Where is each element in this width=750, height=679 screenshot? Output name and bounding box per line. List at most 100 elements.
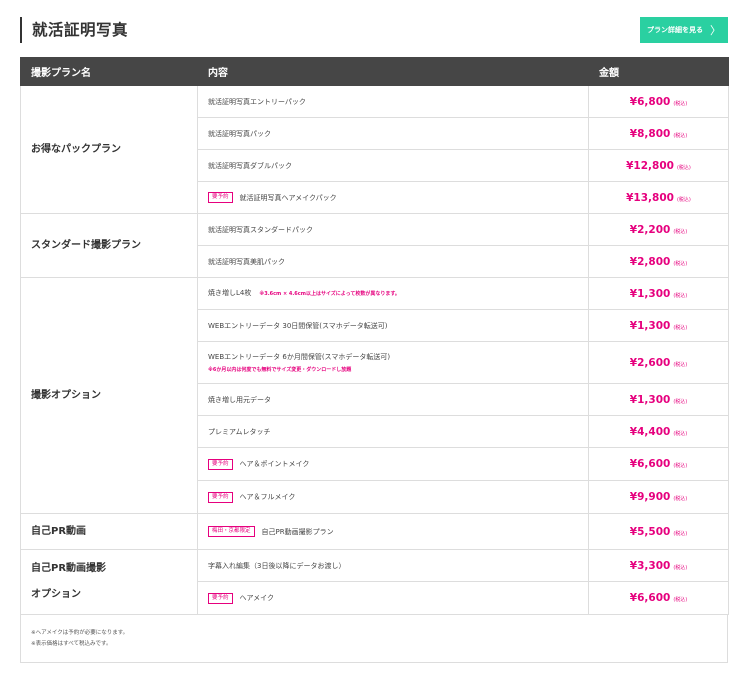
content-note: ※6か月以内は何度でも無料でサイズ変更・ダウンロードし放題 (208, 367, 352, 373)
page-header: 就活証明写真 プラン詳細を見る 〉 (20, 17, 728, 45)
content-text: 自己PR動画撮影プラン (261, 527, 334, 536)
plan-content: 要予約 ヘアメイク (197, 581, 589, 615)
price-value: ¥8,800 (629, 127, 671, 140)
plan-price: ¥13,800 (税込) (588, 181, 729, 214)
price-value: ¥13,800 (626, 191, 674, 204)
plan-content: プレミアムレタッチ (197, 415, 589, 448)
tax-label: (税込) (676, 196, 691, 203)
column-header-plan: 撮影プラン名 (20, 57, 198, 86)
price-value: ¥12,800 (626, 159, 674, 172)
plan-name: 自己PR動画撮影 オプション (20, 549, 198, 615)
table-row: 自己PR動画撮影 オプション 字幕入れ編集（3日後以降にデータお渡し） ¥3,30… (20, 549, 729, 615)
tax-label: (税込) (673, 430, 688, 437)
price-value: ¥1,300 (629, 393, 671, 406)
tax-label: (税込) (673, 228, 688, 235)
tax-label: (税込) (673, 463, 688, 469)
tax-label: (税込) (673, 260, 688, 267)
column-header-price: 金額 (588, 57, 729, 86)
chevron-right-icon: 〉 (710, 24, 721, 37)
plan-price: ¥2,800 (税込) (588, 245, 729, 278)
plan-price: ¥5,500 (税込) (588, 513, 729, 550)
tax-label: (税込) (673, 530, 688, 537)
content-text: 就活証明写真ヘアメイクパック (239, 193, 337, 202)
table-row: スタンダード撮影プラン 就活証明写真スタンダードパック ¥2,200 (税込) (20, 213, 729, 278)
reservation-badge: 要予約 (208, 491, 233, 503)
plan-name: お得なパックプラン (20, 85, 198, 214)
content-note: ※3.6cm × 4.6cm以上はサイズによって枚数が異なります。 (259, 291, 400, 297)
plan-content: 就活証明写真美肌パック (197, 245, 589, 278)
tax-label: (税込) (673, 597, 688, 603)
plan-price: ¥2,200 (税込) (588, 213, 729, 246)
title-accent-bar (20, 17, 22, 43)
tax-label: (税込) (673, 564, 688, 571)
table-row: お得なパックプラン 就活証明写真エントリーパック ¥6,800 (税込) (20, 85, 729, 214)
content-text: ヘア＆ポイントメイク (239, 460, 310, 468)
plan-content: 就活証明写真スタンダードパック (197, 213, 589, 246)
plan-price: ¥12,800 (税込) (588, 149, 729, 182)
plan-content: 就活証明写真ダブルパック (197, 149, 589, 182)
content-text: 焼き増しL4枚 (208, 289, 252, 297)
footer-note: ※表示価格はすべて税込みです。 (31, 641, 112, 647)
price-value: ¥2,200 (629, 223, 671, 236)
area-limited-badge: 梅田・京都限定 (208, 526, 255, 537)
price-value: ¥6,600 (629, 458, 671, 470)
content-text: ヘアメイク (239, 594, 275, 602)
table-header-row: 撮影プラン名 内容 金額 (20, 57, 729, 86)
plan-content: 焼き増し用元データ (197, 383, 589, 416)
price-value: ¥1,300 (629, 287, 671, 300)
plan-content: WEBエントリーデータ 30日間保管(スマホデータ転送可) (197, 309, 589, 342)
plan-name: 撮影オプション (20, 277, 198, 514)
content-text: ヘア＆フルメイク (239, 493, 296, 501)
reservation-badge: 要予約 (208, 458, 233, 470)
plan-content: 字幕入れ編集（3日後以降にデータお渡し） (197, 549, 589, 582)
plan-price: ¥1,300 (税込) (588, 383, 729, 416)
plan-name: スタンダード撮影プラン (20, 213, 198, 278)
plan-content: 梅田・京都限定 自己PR動画撮影プラン (197, 513, 589, 550)
plan-content: 要予約 ヘア＆フルメイク (197, 480, 589, 514)
tax-label: (税込) (673, 324, 688, 331)
plan-content: 就活証明写真エントリーパック (197, 85, 589, 118)
tax-label: (税込) (673, 132, 688, 139)
footer-note: ※ヘアメイクは予約が必要になります。 (31, 630, 129, 636)
plan-price: ¥4,400 (税込) (588, 415, 729, 448)
reservation-badge: 要予約 (208, 192, 233, 203)
plan-price: ¥2,600 (税込) (588, 341, 729, 384)
reservation-badge: 要予約 (208, 592, 233, 604)
price-value: ¥6,800 (629, 95, 671, 108)
plan-name-line1: 自己PR動画撮影 (31, 563, 107, 574)
table-row: 撮影オプション 焼き増しL4枚 ※3.6cm × 4.6cm以上はサイズによって枚… (20, 277, 729, 514)
table-row: 自己PR動画 梅田・京都限定 自己PR動画撮影プラン ¥5,500 (税込) (20, 513, 729, 550)
plan-price: ¥1,300 (税込) (588, 309, 729, 342)
price-value: ¥2,600 (629, 356, 671, 369)
plan-content: 焼き増しL4枚 ※3.6cm × 4.6cm以上はサイズによって枚数が異なります。 (197, 277, 589, 310)
price-table: 撮影プラン名 内容 金額 お得なパックプラン 就活証明写真エントリーパック ¥6… (20, 57, 729, 615)
plan-content: 要予約 ヘア＆ポイントメイク (197, 447, 589, 481)
plan-content: WEBエントリーデータ 6か月間保管(スマホデータ転送可) ※6か月以内は何度でも… (197, 341, 589, 384)
plan-name: 自己PR動画 (20, 513, 198, 550)
tax-label: (税込) (673, 292, 688, 299)
plan-content: 就活証明写真パック (197, 117, 589, 150)
plan-price: ¥8,800 (税込) (588, 117, 729, 150)
price-value: ¥9,900 (629, 491, 671, 503)
plan-price: ¥6,600 (税込) (588, 581, 729, 615)
plan-details-button[interactable]: プラン詳細を見る 〉 (640, 17, 728, 43)
plan-content: 要予約 就活証明写真ヘアメイクパック (197, 181, 589, 214)
plan-price: ¥1,300 (税込) (588, 277, 729, 310)
plan-price: ¥9,900 (税込) (588, 480, 729, 514)
price-value: ¥5,500 (629, 525, 671, 538)
plan-price: ¥6,600 (税込) (588, 447, 729, 481)
tax-label: (税込) (673, 496, 688, 502)
table-footer-notes: ※ヘアメイクは予約が必要になります。 ※表示価格はすべて税込みです。 (20, 614, 728, 663)
tax-label: (税込) (673, 361, 688, 368)
tax-label: (税込) (673, 398, 688, 405)
price-value: ¥4,400 (629, 425, 671, 438)
price-value: ¥1,300 (629, 319, 671, 332)
plan-name-line2: オプション (31, 589, 81, 600)
price-value: ¥6,600 (629, 592, 671, 604)
page-title: 就活証明写真 (32, 21, 129, 39)
price-value: ¥2,800 (629, 255, 671, 268)
tax-label: (税込) (673, 100, 688, 107)
plan-details-label: プラン詳細を見る (647, 26, 703, 34)
price-value: ¥3,300 (629, 559, 671, 572)
tax-label: (税込) (676, 164, 691, 171)
